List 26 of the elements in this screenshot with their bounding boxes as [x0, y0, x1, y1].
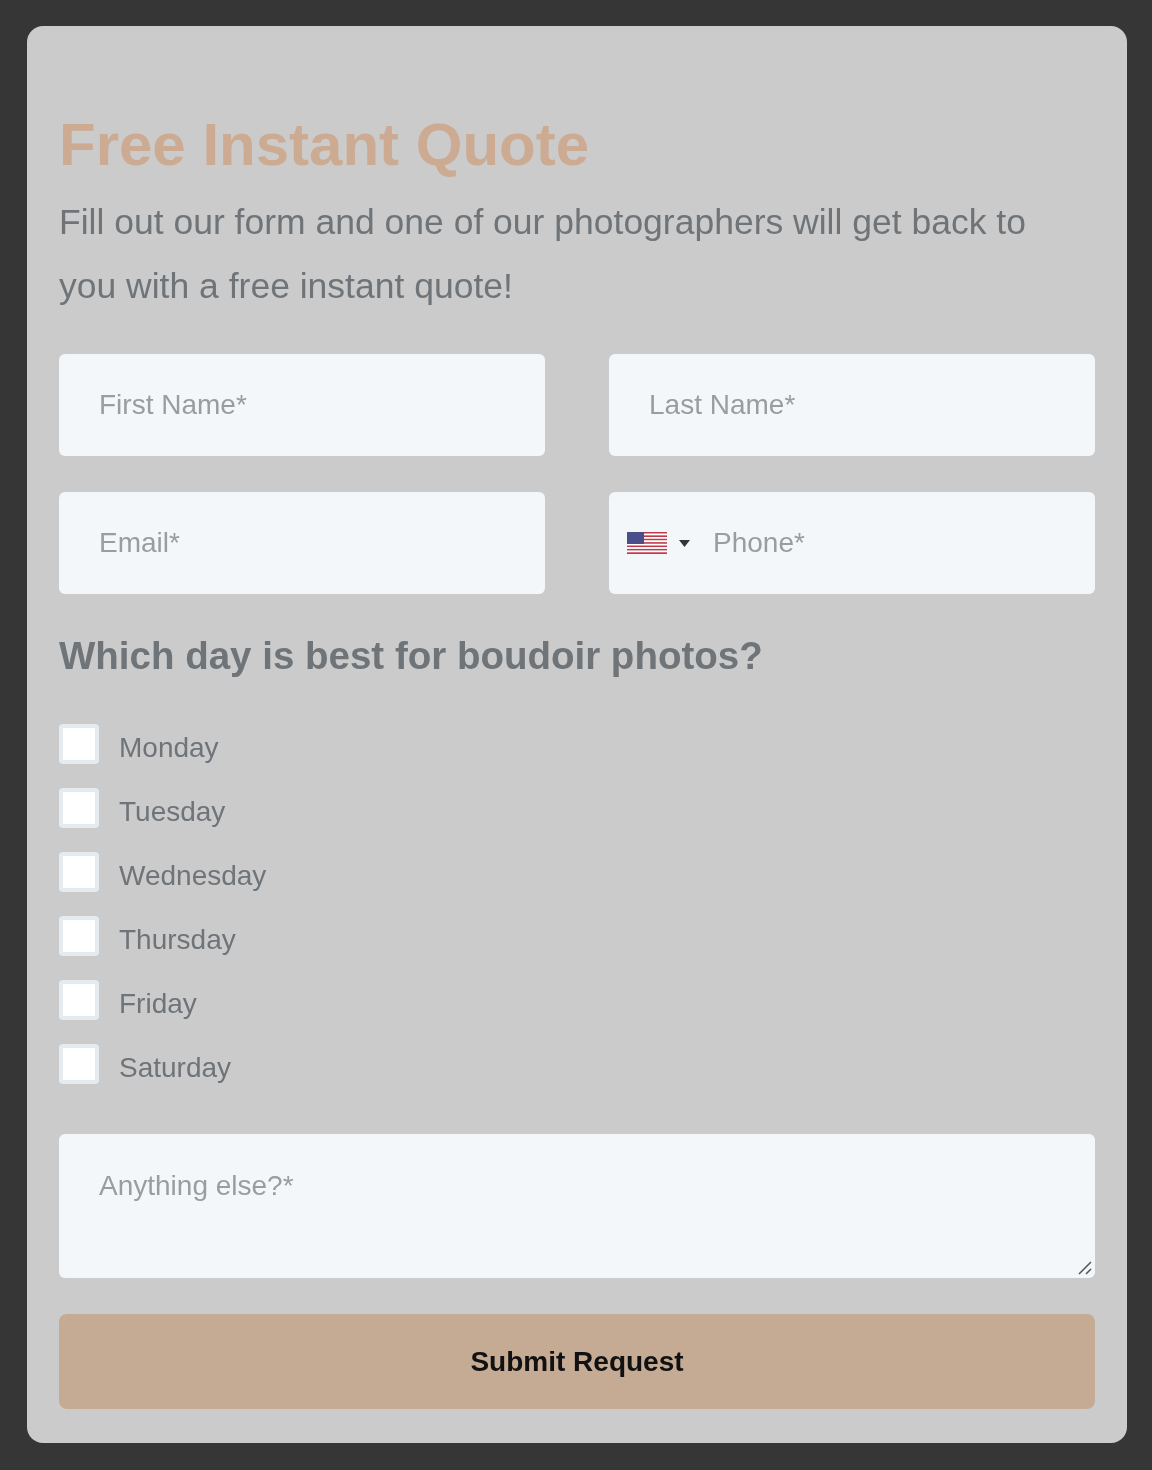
text-input[interactable]: Last Name*: [609, 354, 1095, 456]
message-field[interactable]: Anything else?*: [59, 1134, 1095, 1278]
submit-button[interactable]: Submit Request: [59, 1314, 1095, 1409]
day-label: Friday: [119, 987, 197, 1021]
day-label: Monday: [119, 731, 219, 765]
day-label: Wednesday: [119, 859, 267, 893]
checkbox[interactable]: [59, 724, 99, 764]
day-label: Tuesday: [119, 795, 226, 829]
resize-grip-icon[interactable]: [1078, 1261, 1092, 1275]
phone-input[interactable]: Phone*: [713, 523, 1077, 563]
checkbox[interactable]: [59, 916, 99, 956]
question-heading: Which day is best for boudoir photos?: [59, 633, 763, 679]
form-title: Free Instant Quote: [59, 110, 590, 180]
text-input[interactable]: First Name*: [59, 354, 545, 456]
caret-icon: [679, 539, 690, 547]
country-picker[interactable]: [627, 532, 690, 554]
checkbox[interactable]: [59, 852, 99, 892]
checkbox[interactable]: [59, 788, 99, 828]
flag-icon: [627, 532, 667, 554]
form-subtitle: Fill out our form and one of our photographers will get back to you with a free instant quote!: [59, 201, 1027, 308]
day-label: Thursday: [119, 923, 236, 957]
phone-field[interactable]: Phone*: [609, 492, 1095, 594]
day-label: Saturday: [119, 1051, 232, 1085]
checkbox[interactable]: [59, 980, 99, 1020]
text-input[interactable]: Email*: [59, 492, 545, 594]
checkbox[interactable]: [59, 1044, 99, 1084]
